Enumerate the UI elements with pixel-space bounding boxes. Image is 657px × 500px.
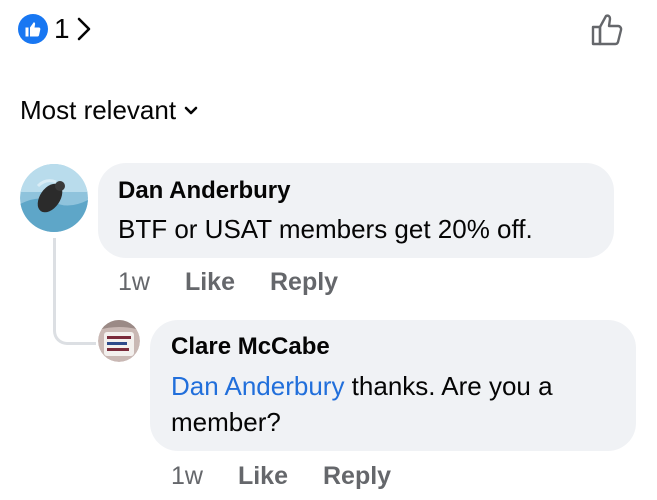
avatar[interactable] <box>98 320 140 362</box>
comment-sort-dropdown[interactable]: Most relevant <box>20 95 198 126</box>
thumbs-up-outline-icon <box>591 14 623 46</box>
comment-actions: 1w Like Reply <box>118 268 373 297</box>
thumbs-up-icon <box>25 22 41 37</box>
like-button[interactable]: Like <box>238 462 288 491</box>
comment-timestamp[interactable]: 1w <box>171 462 203 491</box>
comment-text: Dan Anderbury thanks. Are you a member? <box>171 368 631 440</box>
comment-bubble: Dan Anderbury BTF or USAT members get 20… <box>98 163 614 258</box>
like-reaction-badge <box>18 14 48 44</box>
comment-bubble: Clare McCabe Dan Anderbury thanks. Are y… <box>150 320 636 451</box>
comment-actions: 1w Like Reply <box>171 462 426 491</box>
reaction-count: 1 <box>54 13 70 44</box>
comment-timestamp[interactable]: 1w <box>118 268 150 297</box>
like-post-button[interactable] <box>587 10 627 50</box>
reply-button[interactable]: Reply <box>323 462 391 491</box>
chevron-down-icon <box>184 106 198 116</box>
reply-button[interactable]: Reply <box>270 268 338 297</box>
like-button[interactable]: Like <box>185 268 235 297</box>
comment-text: BTF or USAT members get 20% off. <box>118 214 533 244</box>
avatar[interactable] <box>20 164 88 232</box>
comment-author[interactable]: Clare McCabe <box>171 333 330 361</box>
comment-author[interactable]: Dan Anderbury <box>118 177 290 205</box>
chevron-right-icon <box>76 16 92 42</box>
mention-link[interactable]: Dan Anderbury <box>171 371 344 401</box>
sort-label: Most relevant <box>20 95 177 125</box>
reaction-summary[interactable]: 1 <box>18 12 92 46</box>
thread-connector <box>53 238 96 345</box>
